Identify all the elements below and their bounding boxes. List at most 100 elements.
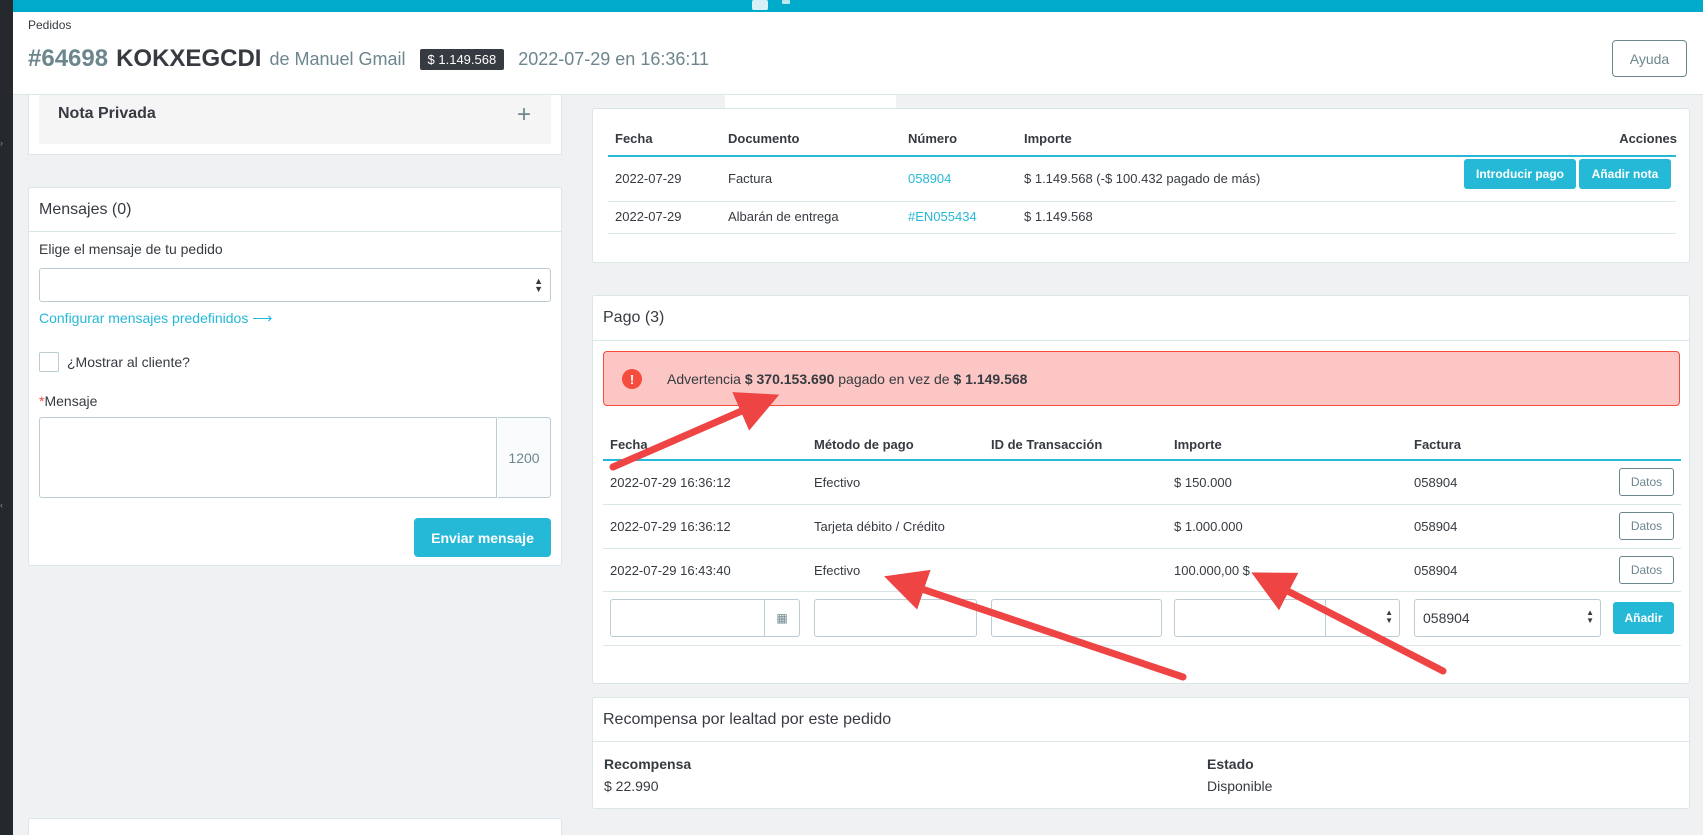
row-divider [603,645,1681,646]
configure-messages-link[interactable]: Configurar mensajes predefinidos ⟶ [39,310,272,327]
documents-card: Fecha Documento Número Importe Acciones … [592,108,1690,263]
breadcrumb[interactable]: Pedidos [28,18,71,32]
send-message-button[interactable]: Enviar mensaje [414,518,551,557]
payment-invoice: 058904 [1414,519,1458,534]
status-value: Disponible [1207,778,1273,794]
top-bar [13,0,1703,12]
payment-date-input[interactable]: ▦ [610,599,800,637]
row-divider [608,201,1676,202]
doc-date: 2022-07-29 [615,209,682,224]
col-header-amount: Importe [1174,437,1222,452]
reward-label: Recompensa [604,756,692,772]
invoice-select[interactable]: 058904 ▲ ▼ [1414,599,1601,637]
payment-method: Efectivo [814,563,861,578]
header-divider [603,459,1681,461]
col-header-invoice: Factura [1414,437,1461,452]
col-header-document: Documento [728,131,800,146]
select-arrows-icon: ▲ ▼ [1586,608,1594,625]
error-icon: ! [622,369,642,389]
message-label-text: Mensaje [44,393,98,409]
plus-icon[interactable]: + [517,101,531,129]
tab-indicator [725,95,896,108]
payment-amount: $ 1.000.000 [1174,519,1243,534]
payment-date: 2022-07-29 16:43:40 [610,563,731,578]
doc-number-link[interactable]: 058904 [908,171,951,186]
payment-invoice: 058904 [1414,475,1458,490]
col-header-actions: Acciones [1619,131,1677,146]
payment-method: Tarjeta débito / Crédito [814,519,945,534]
transaction-id-input[interactable] [991,599,1162,637]
row-divider [608,233,1676,234]
alert-message: Advertencia $ 370.153.690 pagado en vez … [667,371,1027,387]
doc-amount: $ 1.149.568 [1024,209,1093,224]
alert-paid-amount: $ 370.153.690 [744,371,835,387]
page-title: #64698 KOKXEGCDI de Manuel Gmail $ 1.149… [28,45,709,73]
row-divider [603,548,1681,549]
page-header: Pedidos #64698 KOKXEGCDI de Manuel Gmail… [13,12,1703,95]
private-note-card: Nota Privada + [28,95,562,155]
messages-title: Mensajes (0) [29,188,561,232]
private-note-title: Nota Privada [58,105,156,122]
alert-expected-amount: $ 1.149.568 [953,371,1028,387]
currency-select[interactable]: ▲ ▼ [1325,600,1399,636]
col-header-number: Número [908,131,958,146]
loyalty-reward-card: Recompensa por lealtad por este pedido R… [592,697,1690,809]
details-button[interactable]: Datos [1619,468,1674,496]
col-header-date: Fecha [610,437,648,452]
payment-amount-input[interactable]: ▲ ▼ [1174,599,1400,637]
show-customer-label: ¿Mostrar al cliente? [67,354,190,370]
payment-method-input[interactable] [814,599,977,637]
doc-amount: $ 1.149.568 (-$ 100.432 pagado de más) [1024,171,1261,186]
messages-card: Mensajes (0) Elige el mensaje de tu pedi… [28,187,562,566]
row-divider [603,591,1681,592]
add-note-button[interactable]: Añadir nota [1579,159,1671,189]
payment-amount: $ 150.000 [1174,475,1232,490]
calendar-icon[interactable]: ▦ [764,600,799,636]
admin-sidebar: › ‹ [0,0,13,835]
payment-date: 2022-07-29 16:36:12 [610,519,731,534]
predefined-message-select[interactable]: ▲ ▼ [39,268,551,302]
payment-amount: 100.000,00 $ [1174,563,1250,578]
reward-value: $ 22.990 [604,778,659,794]
order-date: 2022-07-29 en 16:36:11 [518,48,710,69]
order-customer: de Manuel Gmail [269,48,406,69]
row-divider [603,504,1681,505]
col-header-date: Fecha [615,131,653,146]
doc-number-link[interactable]: #EN055434 [908,209,977,224]
details-button[interactable]: Datos [1619,512,1674,540]
col-header-method: Método de pago [814,437,914,452]
message-label: *Mensaje [39,393,97,409]
doc-type: Factura [728,171,773,186]
status-label: Estado [1207,756,1254,772]
char-counter: 1200 [498,417,551,498]
alert-middle: pagado en vez de [838,371,950,387]
chevron-icon: ‹ [0,500,3,510]
payment-invoice: 058904 [1414,563,1458,578]
order-total-badge: $ 1.149.568 [419,48,505,70]
doc-type: Albarán de entrega [728,209,839,224]
doc-date: 2022-07-29 [615,171,682,186]
payments-card: Pago (3) ! Advertencia $ 370.153.690 pag… [592,295,1690,684]
select-arrows-icon: ▲ ▼ [534,276,543,294]
chevron-icon: › [0,138,3,148]
alert-prefix: Advertencia [667,371,741,387]
private-note-header[interactable]: Nota Privada + [39,95,551,144]
enter-payment-button[interactable]: Introducir pago [1464,159,1576,189]
shop-logo-icon [752,0,790,10]
select-arrows-icon: ▲ ▼ [1385,608,1393,625]
details-button[interactable]: Datos [1619,556,1674,584]
order-reference: KOKXEGCDI [116,45,262,72]
payments-title: Pago (3) [593,296,1689,341]
payment-date: 2022-07-29 16:36:12 [610,475,731,490]
payment-warning-alert: ! Advertencia $ 370.153.690 pagado en ve… [603,351,1680,406]
payment-method: Efectivo [814,475,861,490]
reward-title: Recompensa por lealtad por este pedido [593,698,1689,742]
invoice-select-value: 058904 [1423,610,1470,626]
header-divider [608,155,1676,157]
show-customer-checkbox[interactable] [39,352,59,372]
add-payment-button[interactable]: Añadir [1613,602,1674,634]
message-textarea[interactable] [39,417,497,498]
choose-message-label: Elige el mensaje de tu pedido [39,241,223,257]
help-button[interactable]: Ayuda [1612,40,1687,77]
col-header-amount: Importe [1024,131,1072,146]
